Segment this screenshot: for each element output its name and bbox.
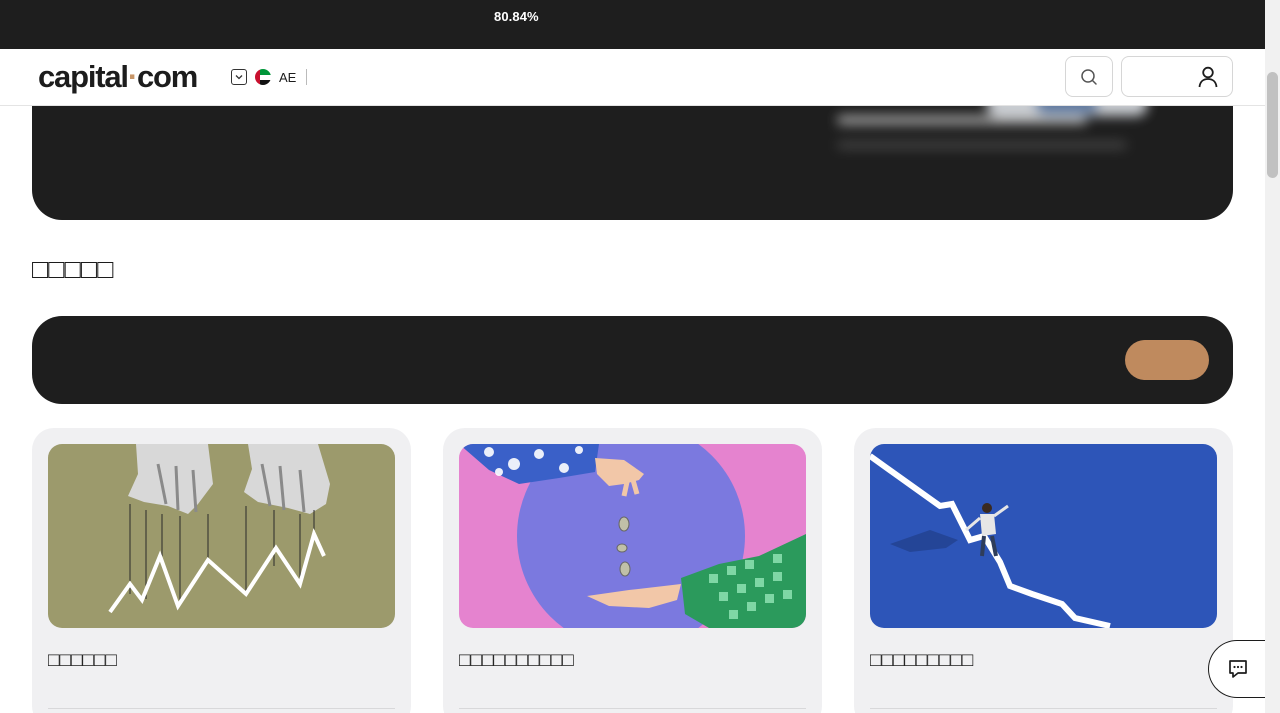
article-image [459,444,806,628]
promo-cta-button[interactable] [1125,340,1209,380]
region-code: AE [279,69,297,85]
logo-dot: · [127,59,138,94]
article-image [870,444,1217,628]
article-card[interactable]: □□□□□□ [32,428,411,713]
divider [870,708,1217,709]
chevron-down-icon[interactable] [231,69,247,85]
risk-warning-banner: 80.84% [0,0,1265,49]
hero-banner [32,106,1233,220]
article-title[interactable]: □□□□□□ [48,650,117,672]
scrollbar[interactable] [1265,0,1280,713]
logo-text-com: com [136,59,198,94]
logo-text-capital: capital [38,59,129,94]
section-title: □□□□□ [32,254,114,284]
region-selector[interactable]: AE [231,68,308,86]
account-button[interactable] [1121,56,1233,97]
site-header: capital·com AE [0,49,1265,106]
capital-com-logo[interactable]: capital·com [38,57,198,97]
divider [459,708,806,709]
search-button[interactable] [1065,56,1113,97]
user-icon [1198,66,1218,88]
article-card[interactable]: □□□□□□□□□ [854,428,1233,713]
article-title[interactable]: □□□□□□□□□□ [459,650,574,672]
uae-flag-icon [255,69,271,85]
article-title[interactable]: □□□□□□□□□ [870,650,973,672]
chat-icon [1229,660,1247,678]
divider [48,708,395,709]
risk-percentage: 80.84% [494,9,539,24]
scrollbar-thumb[interactable] [1267,72,1278,178]
hero-blurred-image [837,106,1147,156]
search-icon [1081,68,1097,85]
divider [306,69,308,85]
article-card[interactable]: □□□□□□□□□□ [443,428,822,713]
page: 80.84% capital·com AE □□□□□ □□□□□□ □□□□□… [0,0,1280,713]
article-image [48,444,395,628]
promo-banner [32,316,1233,404]
